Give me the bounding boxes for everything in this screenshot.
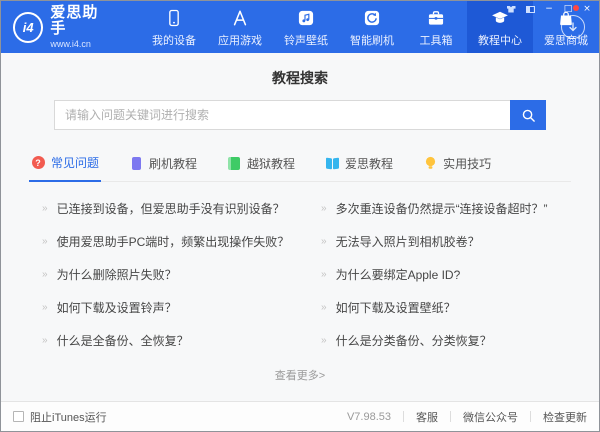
refresh-flash-icon [361,7,383,29]
layout-menu-icon[interactable] [524,4,536,14]
faq-link[interactable]: »如何下载及设置铃声？ [29,291,292,324]
status-bar: 阻止iTunes运行 V7.98.53 客服 微信公众号 检查更新 [1,401,599,431]
page-title: 教程搜索 [1,68,599,88]
version-label: V7.98.53 [347,411,391,423]
nav-item-apps-games[interactable]: 应用游戏 [207,1,273,53]
chevron-bullet-icon: » [42,335,48,346]
faq-link[interactable]: »为什么删除照片失败？ [29,258,292,291]
collapse-header-button[interactable] [561,15,585,39]
i4-logo-icon: i4 [13,12,43,43]
brand-site-url: www.i4.cn [50,40,113,50]
customer-service-link[interactable]: 客服 [416,409,438,425]
arrow-down-icon [567,21,579,33]
tab-i4-tutorial[interactable]: 爱思教程 [323,154,395,181]
tab-flash-tutorial[interactable]: 刷机教程 [127,154,199,181]
minimize-button[interactable]: − [543,4,555,14]
tab-practical-tips[interactable]: 实用技巧 [421,154,493,181]
chevron-bullet-icon: » [42,203,48,214]
chevron-bullet-icon: » [321,236,327,247]
checkbox-label: 阻止iTunes运行 [30,409,107,425]
chevron-bullet-icon: » [321,269,327,280]
phone-icon [163,7,185,29]
maximize-button[interactable]: □ [562,4,574,14]
faq-link[interactable]: »为什么要绑定Apple ID? [308,258,571,291]
divider [403,411,404,422]
nav-item-my-devices[interactable]: 我的设备 [141,1,207,53]
search-icon [521,108,536,123]
skin-theme-icon[interactable] [505,4,517,14]
faq-question-list: »已连接到设备，但爱思助手没有识别设备？ »多次重连设备仍然提示“连接设备超时？… [29,192,571,357]
divider [530,411,531,422]
lightbulb-icon [423,156,437,170]
logo-text: i4 [23,20,34,35]
chevron-bullet-icon: » [321,203,327,214]
divider [450,411,451,422]
chevron-bullet-icon: » [42,236,48,247]
window-controls: − □ × [505,4,593,14]
tutorial-search-page: 教程搜索 ? 常见问题 刷机教程 越狱教程 爱思教程 [1,53,599,401]
brand-logo: i4 爱思助手 www.i4.cn [1,1,113,53]
appstore-icon [229,7,251,29]
phone-flash-icon [129,156,143,170]
tab-jailbreak-tutorial[interactable]: 越狱教程 [225,154,297,181]
chevron-bullet-icon: » [321,302,327,313]
block-itunes-checkbox[interactable]: 阻止iTunes运行 [13,409,107,425]
nav-item-smart-flash[interactable]: 智能刷机 [339,1,405,53]
faq-link[interactable]: »使用爱思助手PC端时，频繁出现操作失败？ [29,225,292,258]
faq-link[interactable]: »多次重连设备仍然提示“连接设备超时？” [308,192,571,225]
nav-item-ringtones-wallpapers[interactable]: 铃声壁纸 [273,1,339,53]
chevron-bullet-icon: » [321,335,327,346]
top-navigation-bar: i4 爱思助手 www.i4.cn 我的设备 应用游戏 [1,1,599,53]
check-update-link[interactable]: 检查更新 [543,409,587,425]
view-more-link[interactable]: 查看更多> [1,367,599,383]
app-window: i4 爱思助手 www.i4.cn 我的设备 应用游戏 [0,0,600,432]
faq-link[interactable]: »什么是全备份、全恢复？ [29,324,292,357]
jailbreak-book-icon [227,156,241,170]
nav-item-toolbox[interactable]: 工具箱 [405,1,467,53]
chevron-bullet-icon: » [42,269,48,280]
music-note-icon [295,7,317,29]
faq-link[interactable]: »什么是分类备份、分类恢复？ [308,324,571,357]
brand-name: 爱思助手 [50,5,113,38]
search-button[interactable] [510,100,546,130]
close-button[interactable]: × [581,4,593,14]
faq-link[interactable]: »已连接到设备，但爱思助手没有识别设备？ [29,192,292,225]
tutorial-category-tabs: ? 常见问题 刷机教程 越狱教程 爱思教程 实用技巧 [29,154,571,182]
checkbox-icon[interactable] [13,411,24,422]
search-bar [54,100,546,130]
search-input[interactable] [54,100,510,130]
toolbox-icon [425,7,447,29]
open-book-icon [325,156,339,170]
wechat-account-link[interactable]: 微信公众号 [463,409,518,425]
tab-faq[interactable]: ? 常见问题 [29,154,101,182]
chevron-bullet-icon: » [42,302,48,313]
faq-link[interactable]: »如何下载及设置壁纸？ [308,291,571,324]
faq-link[interactable]: »无法导入照片到相机胶卷？ [308,225,571,258]
question-mark-icon: ? [31,156,45,170]
